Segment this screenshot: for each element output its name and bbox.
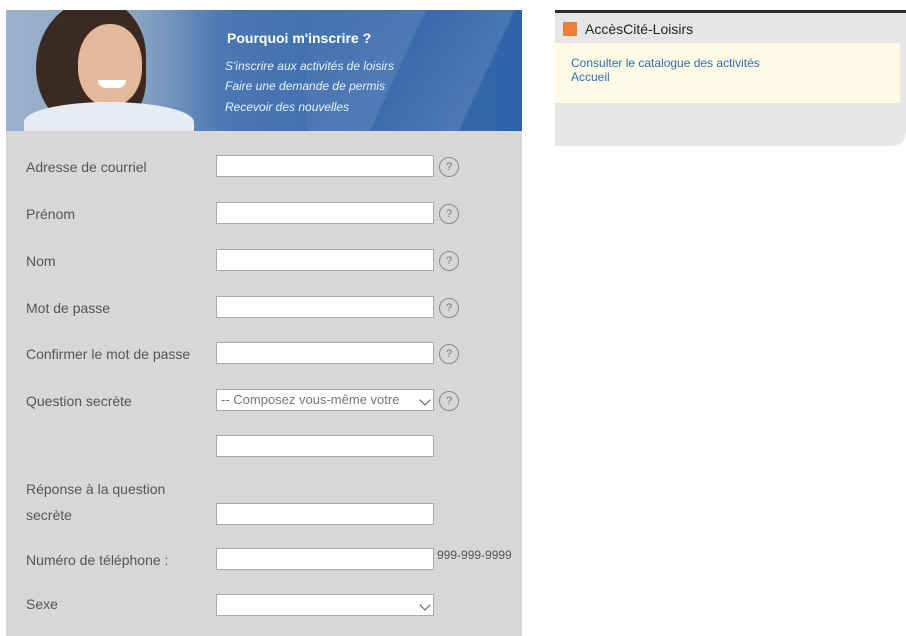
secret-question-selected: -- Composez vous-même votre <box>221 392 400 407</box>
phone-label: Numéro de téléphone : <box>26 552 169 568</box>
first-name-label: Prénom <box>26 206 76 222</box>
password-label: Mot de passe <box>26 300 111 316</box>
last-name-field[interactable] <box>216 249 434 271</box>
last-name-label: Nom <box>26 253 56 269</box>
secret-question-label: Question secrète <box>26 393 132 409</box>
phone-field[interactable] <box>216 548 434 570</box>
banner-item: S'inscrire aux activités de loisirs <box>225 59 395 73</box>
sex-label: Sexe <box>26 596 58 612</box>
banner-title: Pourquoi m'inscrire ? <box>227 30 372 46</box>
secret-answer-label-line2: secrète <box>26 507 72 523</box>
banner: Pourquoi m'inscrire ? S'inscrire aux act… <box>6 10 522 131</box>
confirm-password-label: Confirmer le mot de passe <box>26 346 191 362</box>
woman-photo <box>6 10 221 131</box>
sex-select[interactable] <box>216 594 434 616</box>
chevron-down-icon <box>419 394 431 406</box>
email-field[interactable] <box>216 155 434 177</box>
confirm-password-field[interactable] <box>216 342 434 364</box>
orange-square-icon <box>563 22 577 36</box>
help-icon[interactable]: ? <box>439 344 459 364</box>
accescite-box: AccèsCité-Loisirs Consulter le catalogue… <box>555 10 906 146</box>
box-header: AccèsCité-Loisirs <box>555 13 906 43</box>
first-name-field[interactable] <box>216 202 434 224</box>
box-title: AccèsCité-Loisirs <box>585 21 694 37</box>
custom-secret-question-field[interactable] <box>216 435 434 457</box>
secret-answer-field[interactable] <box>216 503 434 525</box>
catalogue-link[interactable]: Consulter le catalogue des activités <box>571 56 760 70</box>
help-icon[interactable]: ? <box>439 391 459 411</box>
banner-item: Recevoir des nouvelles <box>225 100 350 114</box>
help-icon[interactable]: ? <box>439 251 459 271</box>
secret-answer-label-line1: Réponse à la question <box>26 481 166 497</box>
email-label: Adresse de courriel <box>26 159 147 175</box>
box-links: Consulter le catalogue des activités Acc… <box>555 43 900 103</box>
help-icon[interactable]: ? <box>439 157 459 177</box>
help-icon[interactable]: ? <box>439 204 459 224</box>
banner-item: Faire une demande de permis <box>225 79 386 93</box>
secret-question-select[interactable]: -- Composez vous-même votre <box>216 389 434 411</box>
registration-form: Pourquoi m'inscrire ? S'inscrire aux act… <box>6 10 522 636</box>
chevron-down-icon <box>419 599 431 611</box>
phone-format-hint: 999-999-9999 <box>437 548 512 562</box>
home-link[interactable]: Accueil <box>571 70 610 84</box>
password-field[interactable] <box>216 296 434 318</box>
help-icon[interactable]: ? <box>439 298 459 318</box>
